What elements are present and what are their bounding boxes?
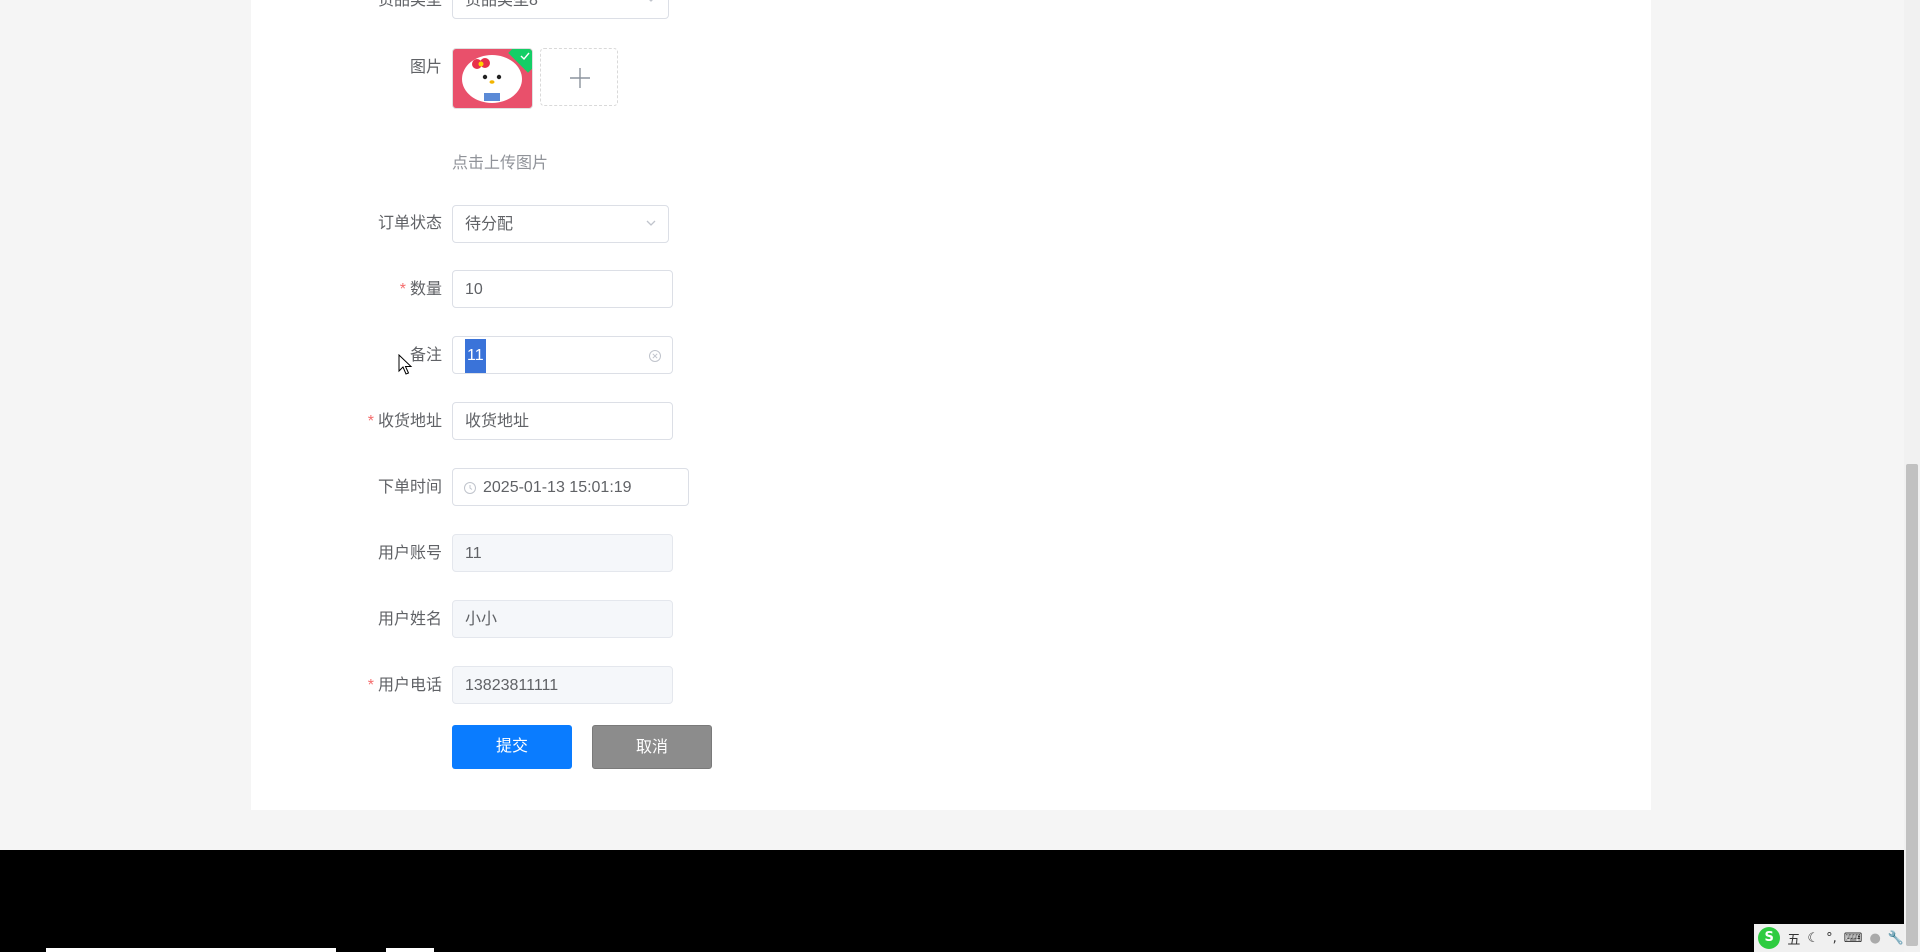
quantity-label: * 数量 bbox=[399, 281, 442, 298]
cancel-button[interactable]: 取消 bbox=[592, 725, 712, 769]
mouse-cursor-icon bbox=[398, 354, 413, 375]
upload-image-button[interactable] bbox=[540, 48, 618, 106]
order-status-value: 待分配 bbox=[465, 216, 514, 233]
user-icon[interactable]: ● bbox=[1869, 931, 1880, 946]
ime-mode-label[interactable]: 五 bbox=[1787, 929, 1800, 948]
wrench-icon[interactable]: 🔧 bbox=[1888, 931, 1904, 946]
user-phone-value: 13823811111 bbox=[465, 677, 559, 694]
image-label: 图片 bbox=[409, 59, 442, 76]
plus-icon bbox=[570, 68, 590, 88]
quantity-value: 10 bbox=[465, 281, 483, 298]
remark-value-selected: 11 bbox=[465, 339, 486, 373]
clear-icon[interactable] bbox=[648, 349, 662, 363]
user-name-value: 小小 bbox=[465, 611, 498, 628]
required-mark: * bbox=[367, 677, 374, 694]
order-time-value: 2025-01-13 15:01:19 bbox=[483, 479, 632, 496]
punctuation-icon[interactable]: °, bbox=[1826, 931, 1837, 946]
ime-toolbar: S 五 ☾ °, ⌨ ● 🔧 bbox=[1754, 924, 1904, 952]
keyboard-icon[interactable]: ⌨ bbox=[1844, 931, 1863, 946]
order-time-picker[interactable]: 2025-01-13 15:01:19 bbox=[452, 468, 689, 506]
uploaded-image-thumbnail[interactable] bbox=[452, 48, 533, 109]
taskbar-indicator bbox=[46, 948, 336, 952]
goods-type-value: 货品类型8 bbox=[465, 0, 538, 9]
goods-type-label: 货品类型 bbox=[377, 0, 442, 9]
address-input[interactable]: 收货地址 bbox=[452, 402, 673, 440]
user-name-input: 小小 bbox=[452, 600, 673, 638]
goods-type-select[interactable]: 货品类型8 bbox=[452, 0, 669, 19]
scrollbar-thumb[interactable] bbox=[1906, 464, 1918, 946]
user-account-input: 11 bbox=[452, 534, 673, 572]
upload-hint: 点击上传图片 bbox=[452, 155, 549, 172]
order-status-label: 订单状态 bbox=[377, 215, 442, 232]
required-mark: * bbox=[367, 413, 374, 430]
sogou-icon[interactable]: S bbox=[1758, 927, 1781, 949]
required-mark: * bbox=[399, 281, 406, 298]
user-phone-label: * 用户电话 bbox=[367, 677, 442, 694]
order-status-select[interactable]: 待分配 bbox=[452, 205, 669, 243]
taskbar-indicator bbox=[386, 948, 434, 952]
clock-icon bbox=[464, 482, 476, 494]
chevron-down-icon bbox=[646, 220, 656, 226]
black-footer-area bbox=[0, 850, 1920, 952]
order-time-label: 下单时间 bbox=[377, 479, 442, 496]
user-phone-input: 13823811111 bbox=[452, 666, 673, 704]
chevron-down-icon bbox=[649, 0, 653, 2]
user-account-label: 用户账号 bbox=[377, 545, 442, 562]
address-label: * 收货地址 bbox=[367, 413, 442, 430]
moon-icon[interactable]: ☾ bbox=[1807, 931, 1819, 946]
quantity-input[interactable]: 10 bbox=[452, 270, 673, 308]
user-name-label: 用户姓名 bbox=[377, 611, 442, 628]
submit-button[interactable]: 提交 bbox=[452, 725, 572, 769]
remark-input[interactable]: 11 bbox=[452, 336, 673, 374]
address-placeholder: 收货地址 bbox=[465, 413, 530, 430]
user-account-value: 11 bbox=[465, 545, 482, 562]
check-icon bbox=[520, 52, 530, 61]
